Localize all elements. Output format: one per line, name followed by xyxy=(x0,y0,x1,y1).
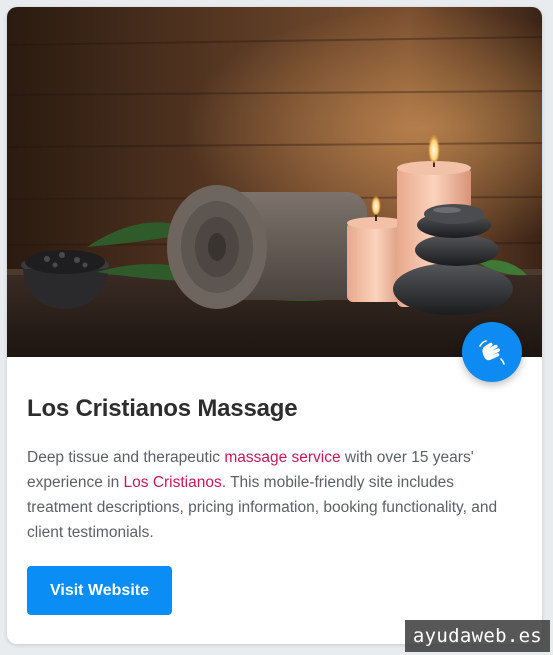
service-card: Los Cristianos Massage Deep tissue and t… xyxy=(7,7,542,644)
hands-icon-button[interactable] xyxy=(462,322,522,382)
watermark: ayudaweb.es xyxy=(405,620,550,652)
card-description: Deep tissue and therapeutic massage serv… xyxy=(27,445,507,545)
massage-service-link[interactable]: massage service xyxy=(224,449,340,466)
hero-image xyxy=(7,7,542,357)
visit-website-button[interactable]: Visit Website xyxy=(27,566,172,615)
card-title: Los Cristianos Massage xyxy=(27,395,298,422)
hands-icon xyxy=(479,340,505,365)
los-cristianos-link[interactable]: Los Cristianos xyxy=(124,474,222,491)
description-text: Deep tissue and therapeutic xyxy=(27,449,225,466)
